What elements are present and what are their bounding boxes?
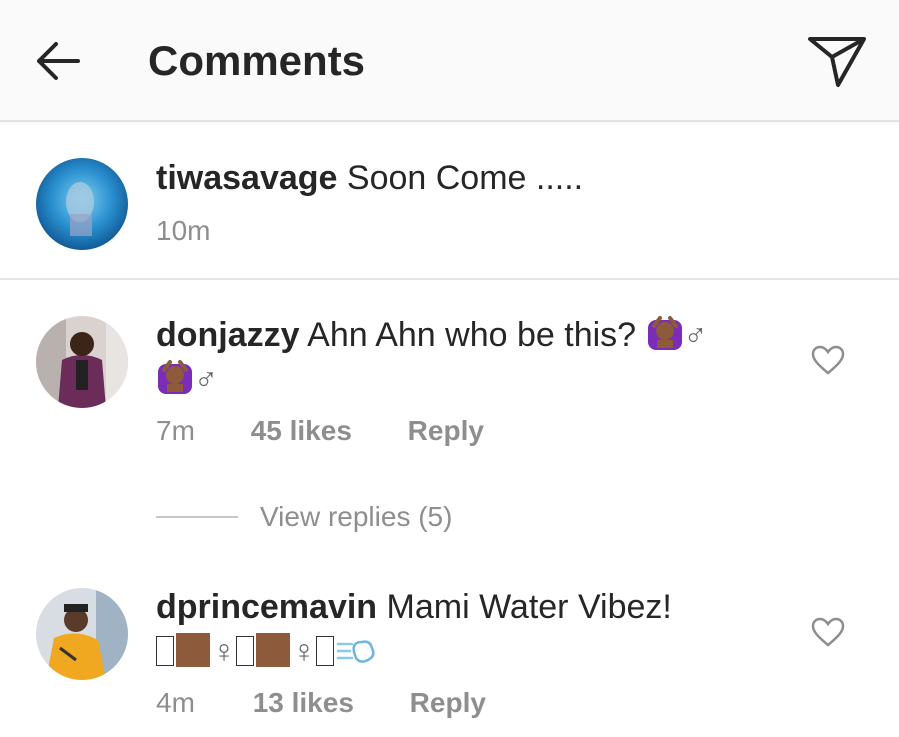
like-button[interactable] xyxy=(808,614,848,650)
share-button[interactable] xyxy=(804,30,870,92)
person-gesturing-no-emoji-icon xyxy=(158,360,192,394)
top-app-bar: Comments xyxy=(0,0,899,122)
caption-section: tiwasavage Soon Come ..... 10m xyxy=(0,122,899,280)
back-button[interactable] xyxy=(30,36,84,86)
reply-button[interactable]: Reply xyxy=(408,415,484,446)
arrow-left-icon xyxy=(37,42,80,80)
skin-tone-modifier xyxy=(176,633,210,667)
avatar[interactable] xyxy=(36,158,128,250)
heart-icon xyxy=(811,345,845,375)
caption-meta: 10m xyxy=(156,214,210,248)
comment-text: donjazzy Ahn Ahn who be this? ♂ ♂ xyxy=(156,313,736,401)
view-replies-button[interactable]: View replies (5) xyxy=(156,500,452,534)
male-sign: ♂ xyxy=(683,317,708,353)
comment-body: Ahn Ahn who be this? xyxy=(307,316,646,354)
male-sign: ♂ xyxy=(194,361,218,397)
missing-glyph-box xyxy=(236,636,254,666)
caption-text: tiwasavage Soon Come ..... xyxy=(156,156,583,200)
comment-username[interactable]: donjazzy xyxy=(156,316,300,354)
view-replies-label: View replies (5) xyxy=(260,501,453,532)
avatar-image xyxy=(36,158,128,250)
comment-meta: 7m 45 likes Reply xyxy=(156,414,484,448)
dashing-away-emoji-icon xyxy=(336,640,375,663)
female-sign: ♀ xyxy=(292,633,316,669)
comment-time: 7m xyxy=(156,415,195,446)
comment-username[interactable]: dprincemavin xyxy=(156,588,377,626)
avatar-image xyxy=(36,316,128,408)
likes-count[interactable]: 45 likes xyxy=(251,415,352,446)
reply-button[interactable]: Reply xyxy=(410,687,486,718)
avatar[interactable] xyxy=(36,316,128,408)
person-gesturing-no-emoji-icon xyxy=(647,316,682,350)
avatar[interactable] xyxy=(36,588,128,680)
comment-body: Mami Water Vibez! xyxy=(386,588,672,626)
comment-time: 4m xyxy=(156,687,195,718)
caption-username[interactable]: tiwasavage xyxy=(156,159,337,197)
paper-plane-icon xyxy=(808,37,866,87)
comment-text: dprincemavin Mami Water Vibez! ♀ ♀ xyxy=(156,585,736,673)
caption-body: Soon Come ..... xyxy=(346,159,584,197)
missing-glyph-box xyxy=(316,636,334,666)
likes-count[interactable]: 13 likes xyxy=(253,687,354,718)
skin-tone-modifier xyxy=(256,633,290,667)
missing-glyph-box xyxy=(156,636,174,666)
female-sign: ♀ xyxy=(212,633,236,669)
caption-time: 10m xyxy=(156,215,211,246)
replies-divider xyxy=(156,516,238,518)
comment-meta: 4m 13 likes Reply xyxy=(156,686,486,720)
avatar-image xyxy=(36,588,128,680)
page-title: Comments xyxy=(148,37,366,84)
like-button[interactable] xyxy=(808,342,848,378)
heart-icon xyxy=(811,617,845,647)
